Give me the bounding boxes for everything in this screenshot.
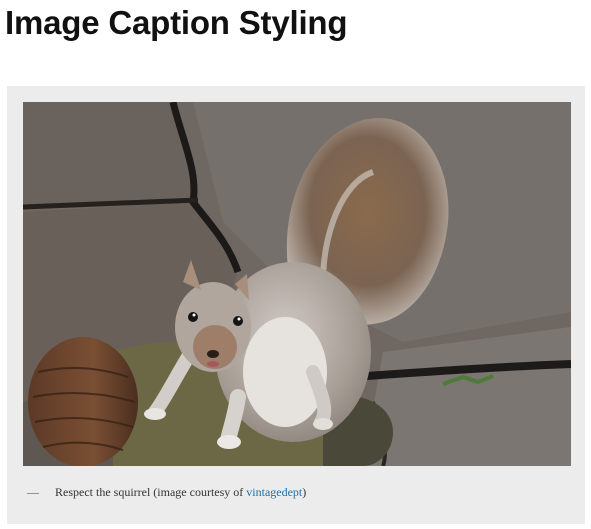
page-title: Image Caption Styling bbox=[5, 4, 348, 41]
image-caption: — Respect the squirrel (image courtesy of… bbox=[27, 484, 306, 500]
image-figure: — Respect the squirrel (image courtesy of… bbox=[7, 86, 585, 524]
caption-credit-link[interactable]: vintagedept bbox=[246, 485, 302, 499]
caption-dash: — bbox=[27, 485, 39, 499]
caption-text: Respect the squirrel (image courtesy of bbox=[55, 485, 247, 499]
squirrel-photo bbox=[23, 102, 571, 466]
caption-text-end: ) bbox=[302, 485, 307, 499]
